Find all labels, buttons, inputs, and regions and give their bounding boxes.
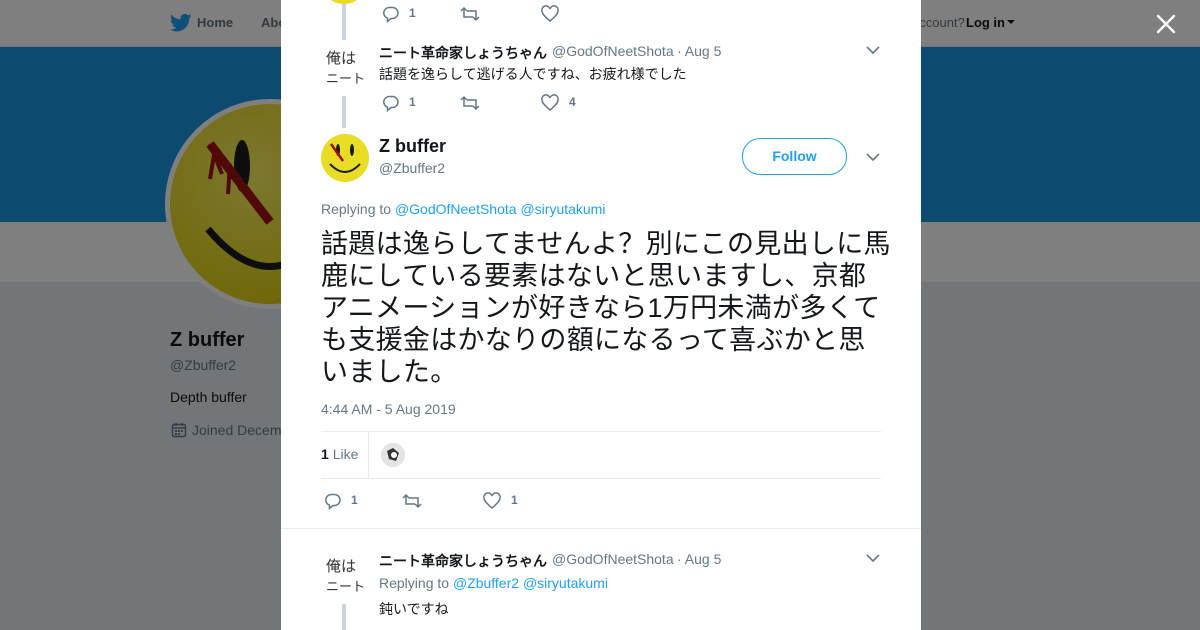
avatar[interactable]: 俺は ニート <box>320 43 368 91</box>
tweet-author-name[interactable]: Z buffer <box>379 136 446 157</box>
tweet-permalink-modal: 1 俺は ニート ニート革命家しょうちゃん @GodOfNeetShota · … <box>281 0 921 630</box>
heart-icon <box>483 492 501 509</box>
chevron-down-icon[interactable] <box>866 153 880 162</box>
heart-icon <box>541 94 559 111</box>
thread-line <box>342 0 346 40</box>
smiley-avatar-image <box>321 134 369 182</box>
retweet-action[interactable] <box>460 5 480 23</box>
divider <box>321 431 881 432</box>
svg-text:俺は: 俺は <box>326 49 356 67</box>
reply-action[interactable]: 1 <box>382 94 422 112</box>
reply-action[interactable]: 1 <box>382 5 422 23</box>
chevron-down-icon[interactable] <box>866 554 880 563</box>
reply-author-handle[interactable]: @GodOfNeetShota <box>552 551 674 567</box>
reply-icon <box>383 6 399 23</box>
tweet-timestamp[interactable]: 4:44 AM - 5 Aug 2019 <box>321 401 456 417</box>
reply-icon <box>325 493 341 510</box>
like-action[interactable]: 1 <box>483 492 523 510</box>
retweet-icon <box>402 493 422 509</box>
reply-author-name[interactable]: ニート革命家しょうちゃん <box>379 43 547 63</box>
divider <box>321 478 881 479</box>
chevron-down-icon[interactable] <box>866 46 880 55</box>
likes-summary[interactable]: 1 Like <box>321 446 358 462</box>
replying-to-line: Replying to @Zbuffer2 @siryutakumi <box>379 575 608 591</box>
tweet-author-handle[interactable]: @Zbuffer2 <box>379 160 445 176</box>
svg-text:ニート: ニート <box>326 580 365 595</box>
retweet-icon <box>460 6 480 22</box>
reply-author-handle[interactable]: @GodOfNeetShota <box>552 43 674 59</box>
avatar[interactable] <box>321 134 369 182</box>
handwritten-avatar-image: 俺は ニート <box>326 49 365 87</box>
svg-text:俺は: 俺は <box>326 557 356 575</box>
heart-icon <box>541 5 559 22</box>
replying-to-line: Replying to @GodOfNeetShota @siryutakumi <box>321 201 606 217</box>
mention-link[interactable]: @Zbuffer2 <box>453 575 519 591</box>
like-action[interactable]: 4 <box>541 94 581 112</box>
reply-icon <box>383 95 399 112</box>
reply-text: 話題を逸らして逃げる人ですね、お疲れ様でした <box>379 66 687 82</box>
liker-avatar[interactable] <box>381 443 405 467</box>
reply-date[interactable]: · Aug 5 <box>677 551 721 567</box>
mention-link[interactable]: @siryutakumi <box>520 201 605 217</box>
follow-button[interactable]: Follow <box>742 138 847 175</box>
thread-line <box>342 604 346 630</box>
mention-link[interactable]: @GodOfNeetShota <box>395 201 517 217</box>
divider <box>281 528 921 529</box>
like-action[interactable] <box>541 5 561 23</box>
reply-author-name[interactable]: ニート革命家しょうちゃん <box>379 551 547 571</box>
divider <box>368 432 369 478</box>
tweet-text: 話題は逸らしてませんよ？別にこの見出しに馬鹿にしている要素はないと思いますし、京… <box>321 229 891 387</box>
retweet-action[interactable] <box>402 492 422 510</box>
avatar[interactable] <box>320 0 368 4</box>
close-icon[interactable] <box>1154 12 1178 36</box>
reply-text: 鈍いですね <box>379 601 449 617</box>
handwritten-avatar-image: 俺は ニート <box>326 557 365 595</box>
thread-line <box>342 96 346 128</box>
retweet-action[interactable] <box>460 94 480 112</box>
retweet-icon <box>460 95 480 111</box>
reply-date[interactable]: · Aug 5 <box>677 43 721 59</box>
reply-action[interactable]: 1 <box>324 492 364 510</box>
avatar[interactable]: 俺は ニート <box>320 551 368 599</box>
svg-text:ニート: ニート <box>326 72 365 87</box>
mention-link[interactable]: @siryutakumi <box>523 575 608 591</box>
